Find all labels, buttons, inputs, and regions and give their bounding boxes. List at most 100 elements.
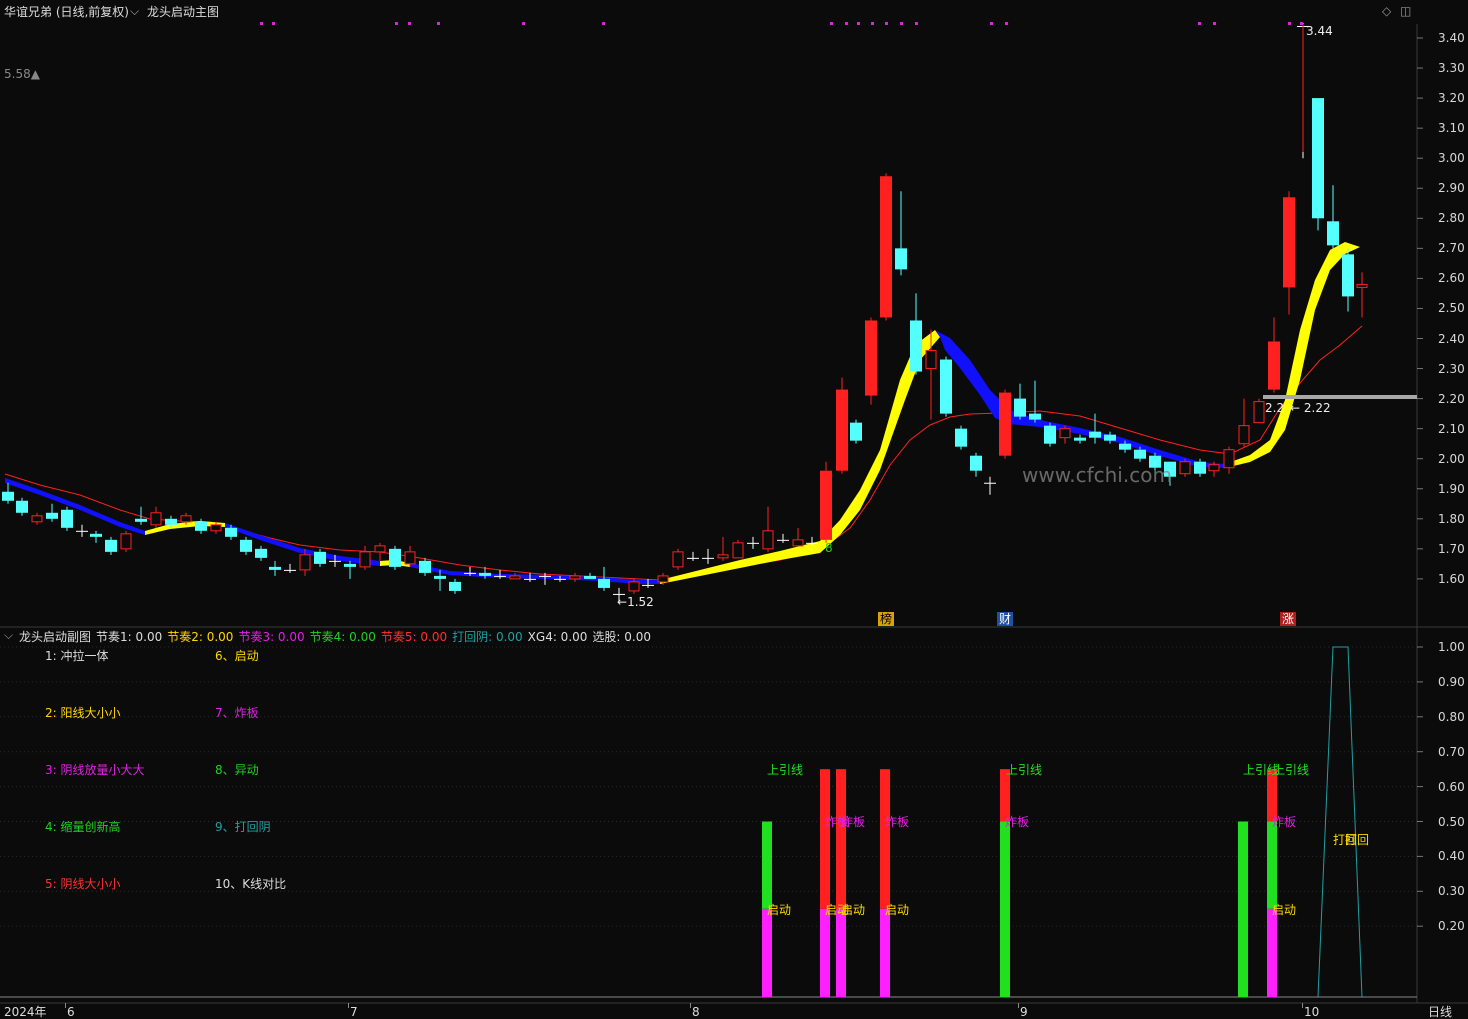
candle[interactable]: [910, 293, 922, 375]
time-tick-label: 7: [350, 1005, 358, 1019]
candle[interactable]: [240, 536, 252, 555]
candle[interactable]: [1342, 248, 1354, 312]
signal-dot: [437, 22, 440, 25]
candle[interactable]: [16, 497, 28, 516]
time-tick: [1302, 1003, 1303, 1008]
candle[interactable]: [747, 536, 759, 549]
sub-chart-name[interactable]: 龙头启动副图: [19, 628, 91, 645]
candle[interactable]: [1253, 398, 1265, 424]
candle[interactable]: [1059, 425, 1071, 444]
candle[interactable]: [90, 530, 102, 543]
candle[interactable]: [850, 419, 862, 444]
legend-item: 3: 阴线放量小大大: [45, 763, 145, 777]
candle[interactable]: [1238, 398, 1250, 447]
candle[interactable]: [777, 533, 789, 543]
candle[interactable]: [1283, 191, 1295, 315]
candle[interactable]: [135, 506, 147, 525]
candle[interactable]: [820, 461, 832, 543]
candle[interactable]: [984, 476, 996, 495]
candle[interactable]: [1029, 380, 1041, 423]
candle[interactable]: [1014, 383, 1026, 420]
candle[interactable]: [865, 317, 877, 405]
candle[interactable]: [762, 506, 774, 552]
cai-badge[interactable]: 财: [997, 612, 1014, 626]
candle[interactable]: [61, 506, 73, 531]
candle[interactable]: [1268, 317, 1280, 393]
signal-dot: [1213, 22, 1216, 25]
candle[interactable]: [999, 389, 1011, 459]
candle[interactable]: [374, 542, 386, 561]
signal-dot: [522, 22, 525, 25]
candle[interactable]: [269, 560, 281, 576]
candle[interactable]: [687, 551, 699, 561]
candle[interactable]: [1044, 422, 1056, 447]
candle[interactable]: [2, 482, 14, 504]
candle[interactable]: [598, 566, 610, 591]
candle[interactable]: [509, 572, 521, 580]
candle[interactable]: [792, 527, 804, 547]
candle[interactable]: [836, 377, 848, 474]
candle[interactable]: [940, 356, 952, 417]
label-zhaban: 炸板: [1005, 815, 1030, 829]
sub-tick-label: 0.20: [1438, 919, 1465, 934]
legend-item: 10、K线对比: [215, 877, 287, 891]
candle[interactable]: [569, 572, 581, 582]
candle[interactable]: [105, 536, 117, 555]
sub-bar: [880, 769, 890, 909]
candle[interactable]: [46, 503, 58, 522]
candle[interactable]: [150, 506, 162, 528]
candle[interactable]: [344, 560, 356, 579]
candle[interactable]: [584, 572, 596, 579]
candle[interactable]: [732, 539, 744, 559]
signal-dot: [990, 22, 993, 25]
sub-dropdown-icon[interactable]: ⌵: [4, 628, 13, 643]
time-tick-label: 9: [1020, 1005, 1028, 1019]
candle[interactable]: [702, 548, 714, 564]
candle[interactable]: [449, 578, 461, 594]
candle[interactable]: [76, 524, 88, 537]
candle[interactable]: [359, 545, 371, 570]
candle[interactable]: [880, 173, 892, 321]
price-tick-label: 2.10: [1438, 421, 1465, 436]
bang-badge[interactable]: 榜: [878, 612, 895, 626]
sub-bar: [1238, 821, 1248, 997]
sub-bar: [836, 908, 846, 997]
candle[interactable]: [1356, 272, 1368, 318]
candlestick-chart[interactable]: [0, 0, 1468, 1019]
sub-param: 节奏3: 0.00: [238, 630, 305, 644]
candle[interactable]: [284, 563, 296, 573]
candle[interactable]: [195, 518, 207, 534]
candle[interactable]: [955, 425, 967, 450]
signal-dot: [395, 22, 398, 25]
candle[interactable]: [1223, 446, 1235, 474]
candle[interactable]: [717, 536, 729, 561]
sub-bar: [880, 908, 890, 997]
zhang-badge[interactable]: 涨: [1280, 612, 1297, 626]
candle[interactable]: [419, 557, 431, 576]
candle[interactable]: [120, 530, 132, 552]
candle[interactable]: [1312, 98, 1324, 231]
price-tick-label: 3.00: [1438, 151, 1465, 166]
candle[interactable]: [389, 545, 401, 570]
candle[interactable]: [255, 545, 267, 561]
price-tick-label: 3.20: [1438, 91, 1465, 106]
legend-item: 9、打回阴: [215, 820, 271, 834]
candle[interactable]: [970, 452, 982, 477]
candle[interactable]: [1179, 458, 1191, 477]
candle[interactable]: [1104, 431, 1116, 444]
sub-param: 选股: 0.00: [592, 630, 651, 644]
time-tick: [690, 1003, 691, 1008]
candle[interactable]: [404, 545, 416, 567]
candle[interactable]: [895, 191, 907, 276]
candle[interactable]: [31, 512, 43, 525]
candle[interactable]: [1089, 413, 1101, 444]
price-grid: [1417, 37, 1423, 580]
candle[interactable]: [1074, 434, 1086, 444]
candle[interactable]: [672, 548, 684, 570]
candle[interactable]: [1327, 185, 1339, 249]
price-tick-label: 3.10: [1438, 121, 1465, 136]
legend-item: 5: 阴线大小小: [45, 877, 121, 891]
price-tick-label: 2.70: [1438, 241, 1465, 256]
period-label[interactable]: 日线: [1428, 1005, 1452, 1019]
label-zhaban: 炸板: [1272, 815, 1297, 829]
